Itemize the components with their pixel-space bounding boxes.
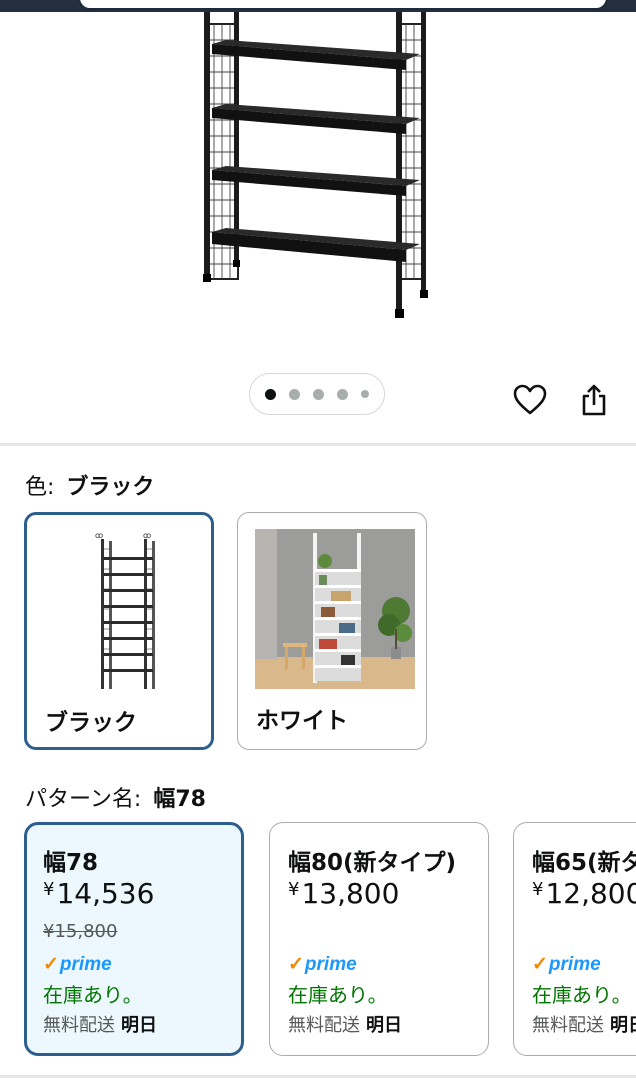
prime-badge: ✓prime: [532, 953, 601, 976]
pattern-option-price: ¥13,800: [288, 877, 399, 910]
shipping-label: 無料配送: [532, 1015, 604, 1036]
delivery-day: 明日: [610, 1015, 636, 1036]
prime-label: prime: [59, 954, 112, 975]
pattern-option-card[interactable]: 幅80(新タイプ) ¥13,800 ✓prime 在庫あり。 無料配送 明日: [269, 822, 489, 1056]
currency-symbol: ¥: [43, 879, 55, 900]
pattern-option-name: 幅78: [43, 850, 99, 876]
white-shelf-thumbnail: [255, 529, 415, 689]
list-price: ¥15,800: [43, 921, 118, 942]
top-search-bar: [0, 0, 636, 12]
color-option-black[interactable]: ꝏ ꝏ ブラック: [24, 512, 214, 750]
pagination-dot-1[interactable]: [265, 388, 276, 400]
pattern-option-price: ¥14,536: [43, 877, 154, 910]
color-variation-label: 色: ブラック: [25, 469, 154, 501]
color-option-white[interactable]: ホワイト: [237, 512, 427, 750]
color-selected-value: ブラック: [66, 475, 155, 500]
section-divider: [0, 1075, 636, 1078]
product-image-gallery[interactable]: [0, 12, 636, 442]
svg-text:ꝏ: ꝏ: [95, 531, 103, 540]
currency-symbol: ¥: [288, 879, 300, 900]
heart-icon: [513, 384, 547, 415]
stock-status: 在庫あり。: [288, 983, 388, 1007]
pagination-dot-3[interactable]: [313, 388, 324, 400]
share-icon: [582, 384, 606, 416]
shipping-label: 無料配送: [43, 1015, 115, 1036]
black-shelf-thumbnail: ꝏ ꝏ: [95, 531, 155, 689]
prime-badge: ✓prime: [43, 953, 112, 976]
delivery-day: 明日: [366, 1015, 402, 1036]
section-divider: [0, 443, 636, 446]
shipping-info: 無料配送明日: [288, 1011, 402, 1037]
pattern-option-name: 幅65(新タイプ): [532, 850, 636, 876]
color-label: 色:: [25, 475, 55, 500]
stock-status: 在庫あり。: [43, 983, 143, 1007]
color-option-name: ブラック: [45, 710, 137, 736]
shipping-info: 無料配送明日: [532, 1011, 636, 1037]
pattern-option-name: 幅80(新タイプ): [288, 850, 457, 876]
prime-badge: ✓prime: [288, 953, 357, 976]
prime-check-icon: ✓: [532, 954, 548, 975]
search-input[interactable]: [78, 0, 608, 10]
prime-label: prime: [304, 954, 357, 975]
pattern-variation-label: パターン名: 幅78: [25, 781, 206, 813]
share-button[interactable]: [574, 380, 614, 420]
currency-symbol: ¥: [532, 879, 544, 900]
pagination-dot-2[interactable]: [289, 388, 300, 400]
product-page: 色: ブラック ꝏ ꝏ ブラック ホワイト パターン名: 幅78 幅78 ¥14…: [0, 0, 636, 1080]
pattern-option-card[interactable]: 幅78 ¥14,536 ¥15,800 ✓prime 在庫あり。 無料配送 明日: [24, 822, 244, 1056]
image-pagination-dots[interactable]: [249, 373, 385, 415]
prime-check-icon: ✓: [43, 954, 59, 975]
pattern-option-price: ¥12,800: [532, 877, 636, 910]
svg-text:ꝏ: ꝏ: [143, 531, 151, 540]
pagination-dot-5[interactable]: [361, 390, 369, 398]
stock-status: 在庫あり。: [532, 983, 632, 1007]
product-image: [203, 12, 428, 318]
delivery-day: 明日: [121, 1015, 157, 1036]
pattern-option-card[interactable]: 幅65(新タイプ) ¥12,800 ✓prime 在庫あり。 無料配送明日: [513, 822, 636, 1056]
prime-check-icon: ✓: [288, 954, 304, 975]
color-option-name: ホワイト: [256, 708, 348, 734]
pattern-label: パターン名:: [25, 787, 142, 812]
pattern-selected-value: 幅78: [153, 787, 206, 812]
price-value: 14,536: [56, 877, 155, 910]
prime-label: prime: [548, 954, 601, 975]
shipping-info: 無料配送明日: [43, 1011, 157, 1037]
wishlist-button[interactable]: [510, 380, 550, 420]
shipping-label: 無料配送: [288, 1015, 360, 1036]
price-value: 12,800: [545, 877, 636, 910]
pagination-dot-4[interactable]: [337, 388, 348, 400]
price-value: 13,800: [301, 877, 400, 910]
